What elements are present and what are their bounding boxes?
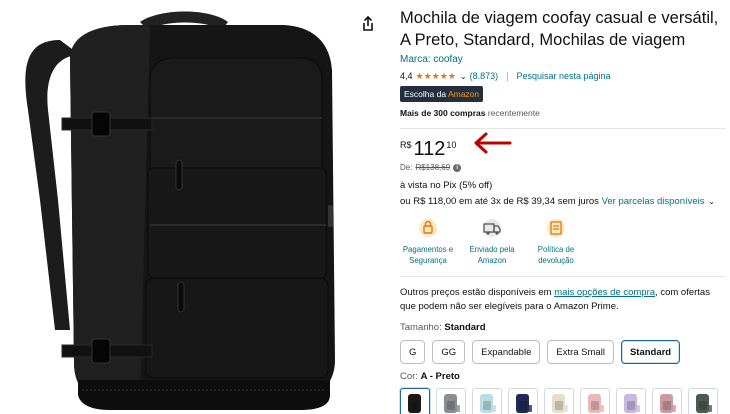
- backpack-thumbnail-icon: [408, 394, 421, 413]
- pix-discount: à vista no Pix (5% off): [400, 180, 493, 191]
- backpack-thumbnail-icon: [444, 394, 460, 413]
- color-label: Cor:: [400, 371, 421, 382]
- offers-prefix: Outros preços estão disponíveis em: [400, 287, 555, 298]
- backpack-thumbnail-icon: [696, 394, 712, 413]
- size-option-standard[interactable]: Standard: [620, 340, 681, 364]
- feature-icons: Pagamentos e Segurança Enviado pela Amaz…: [400, 217, 726, 266]
- divider: [400, 128, 726, 129]
- size-label: Tamanho:: [400, 322, 445, 333]
- star-icon: ★: [439, 70, 448, 81]
- feature-label: Pagamentos e Segurança: [402, 245, 454, 265]
- shipping-truck-icon: [483, 219, 501, 237]
- other-offers: Outros preços estão disponíveis em mais …: [400, 286, 726, 314]
- return-policy-icon: [547, 219, 565, 237]
- feature-secure-payment[interactable]: Pagamentos e Segurança: [400, 217, 456, 266]
- brand-link[interactable]: Marca: coofay: [400, 54, 726, 65]
- backpack-thumbnail-icon: [624, 394, 640, 413]
- list-price-label: De:: [400, 163, 413, 172]
- info-icon[interactable]: i: [453, 163, 462, 172]
- share-icon: [363, 15, 373, 31]
- divider: [400, 276, 726, 277]
- rating-row: 4,4 ★ ★ ★ ★ ★ ⌄ (8.873) | Pesquisar nest…: [400, 71, 726, 81]
- color-swatch[interactable]: [436, 388, 466, 414]
- color-swatch[interactable]: [508, 388, 538, 414]
- backpack-thumbnail-icon: [660, 394, 676, 413]
- color-swatch[interactable]: [544, 388, 574, 414]
- size-selected-value: Standard: [444, 322, 486, 333]
- rating-value: 4,4: [400, 71, 413, 81]
- badge-accent: Amazon: [447, 89, 480, 99]
- product-title: Mochila de viagem coofay casual e versát…: [400, 9, 719, 49]
- color-swatch[interactable]: [616, 388, 646, 414]
- color-swatch[interactable]: [652, 388, 682, 414]
- size-option-extra-small[interactable]: Extra Small: [547, 340, 614, 364]
- badge-prefix: Escolha da: [404, 89, 448, 99]
- installments-link[interactable]: Ver parcelas disponíveis: [602, 196, 705, 207]
- recent-purchases: Mais de 300 compras recentemente: [400, 108, 726, 118]
- feature-shipping[interactable]: Enviado pela Amazon: [464, 217, 520, 266]
- chevron-down-icon[interactable]: ⌄: [708, 197, 715, 206]
- bought-count: Mais de 300 compras: [400, 108, 486, 118]
- color-swatches: [400, 388, 726, 414]
- size-options: G GG Expandable Extra Small Standard: [400, 340, 726, 364]
- chevron-down-icon[interactable]: ⌄: [460, 72, 467, 81]
- feature-returns[interactable]: Política de devolução: [528, 217, 584, 266]
- color-swatch[interactable]: [400, 388, 430, 414]
- divider: |: [506, 71, 509, 81]
- amazon-choice-badge[interactable]: Escolha da Amazon: [400, 86, 484, 102]
- price: R$ 112 10: [400, 138, 726, 160]
- bought-suffix: recentemente: [485, 108, 540, 118]
- color-swatch[interactable]: [472, 388, 502, 414]
- feature-label: Política de devolução: [537, 245, 575, 265]
- secure-payment-icon: [419, 219, 437, 237]
- star-icon: ★: [423, 70, 432, 81]
- size-option-expandable[interactable]: Expandable: [472, 340, 541, 364]
- size-option-gg[interactable]: GG: [432, 340, 466, 364]
- list-price-value: R$138,69: [415, 163, 451, 172]
- star-icon: ★: [415, 70, 424, 81]
- share-button[interactable]: [358, 14, 378, 34]
- star-icon: ★: [431, 70, 440, 81]
- installments-text: ou R$ 118,00 em até 3x de R$ 39,34 sem j…: [400, 196, 599, 207]
- feature-label: Enviado pela Amazon: [469, 245, 515, 265]
- more-buying-options-link[interactable]: mais opções de compra: [554, 287, 655, 298]
- price-fraction: 10: [446, 140, 457, 150]
- color-swatch[interactable]: [580, 388, 610, 414]
- installments: ou R$ 118,00 em até 3x de R$ 39,34 sem j…: [400, 196, 726, 207]
- color-swatch[interactable]: [688, 388, 718, 414]
- product-details: Mochila de viagem coofay casual e versát…: [400, 0, 726, 414]
- rating-count-link[interactable]: (8.873): [470, 71, 499, 81]
- color-selection-label: Cor: A - Preto: [400, 371, 726, 382]
- list-price: De: R$138,69 i: [400, 163, 726, 172]
- price-currency: R$: [400, 140, 412, 150]
- backpack-thumbnail-icon: [480, 394, 496, 413]
- size-option-g[interactable]: G: [400, 340, 426, 364]
- half-star-icon: ★: [447, 70, 456, 81]
- size-selection-label: Tamanho: Standard: [400, 322, 726, 333]
- price-whole: 112: [413, 138, 446, 160]
- backpack-thumbnail-icon: [552, 394, 568, 413]
- product-image[interactable]: [0, 0, 350, 414]
- color-selected-value: A - Preto: [420, 371, 460, 382]
- star-rating[interactable]: ★ ★ ★ ★ ★: [415, 70, 456, 81]
- backpack-thumbnail-icon: [516, 394, 532, 413]
- search-page-link[interactable]: Pesquisar nesta página: [516, 71, 610, 81]
- backpack-thumbnail-icon: [588, 394, 604, 413]
